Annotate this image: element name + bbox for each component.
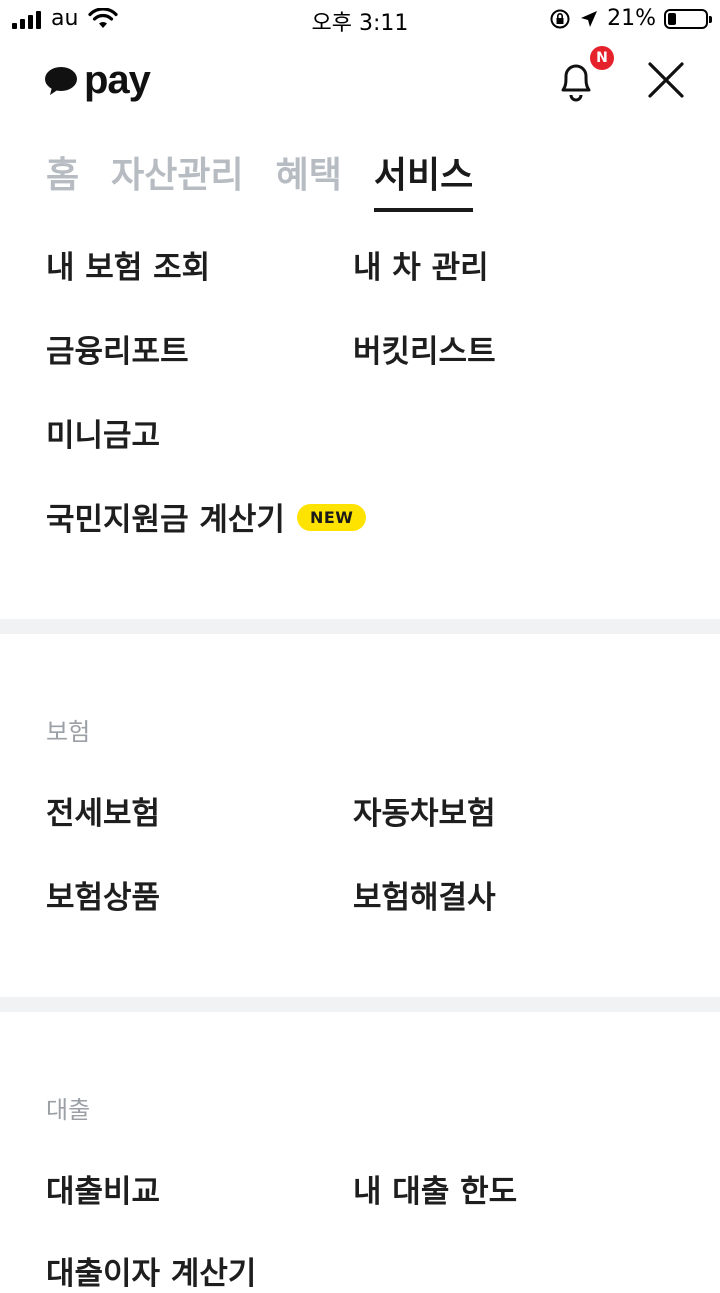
menu-label: 국민지원금 계산기 (46, 502, 285, 538)
section-title-insurance: 보험 (46, 718, 91, 746)
new-badge: NEW (296, 504, 367, 531)
menu-my-loan-limit[interactable]: 내 대출 한도 (353, 1166, 517, 1211)
menu-support-fund-calculator[interactable]: 국민지원금 계산기 NEW (46, 494, 367, 539)
menu-loan-interest-calculator[interactable]: 대출이자 계산기 (46, 1248, 256, 1293)
kakaopay-logo: pay (44, 58, 151, 103)
tab-services[interactable]: 서비스 (373, 146, 474, 212)
tab-home[interactable]: 홈 (46, 146, 79, 212)
speech-bubble-icon (45, 66, 77, 95)
close-icon[interactable] (644, 58, 688, 102)
location-arrow-icon (581, 10, 598, 27)
app-header: pay N (0, 40, 720, 120)
menu-bucket-list[interactable]: 버킷리스트 (353, 326, 496, 371)
main-tabs: 홈 자산관리 혜택 서비스 (46, 146, 474, 212)
menu-loan-compare[interactable]: 대출비교 (46, 1166, 160, 1211)
tab-benefits[interactable]: 혜택 (276, 146, 342, 212)
menu-my-car[interactable]: 내 차 관리 (353, 242, 489, 287)
rotation-lock-icon (550, 9, 570, 28)
tab-asset-management[interactable]: 자산관리 (111, 146, 243, 212)
status-bar: au 오후 3:11 21% (0, 0, 720, 40)
menu-car-insurance[interactable]: 자동차보험 (353, 788, 496, 833)
logo-text: pay (84, 58, 151, 102)
battery-icon (664, 8, 712, 29)
menu-mini-safe[interactable]: 미니금고 (46, 410, 160, 455)
notification-badge: N (590, 46, 614, 70)
status-right: 21% (549, 6, 712, 31)
menu-insurance-resolver[interactable]: 보험해결사 (353, 872, 496, 917)
section-divider (0, 997, 720, 1012)
menu-insurance-products[interactable]: 보험상품 (46, 872, 160, 917)
menu-finance-report[interactable]: 금융리포트 (46, 326, 189, 371)
menu-my-insurance[interactable]: 내 보험 조회 (46, 242, 210, 287)
battery-percent: 21% (607, 6, 656, 31)
section-divider (0, 619, 720, 634)
menu-jeonse-insurance[interactable]: 전세보험 (46, 788, 160, 833)
section-title-loan: 대출 (46, 1096, 91, 1124)
